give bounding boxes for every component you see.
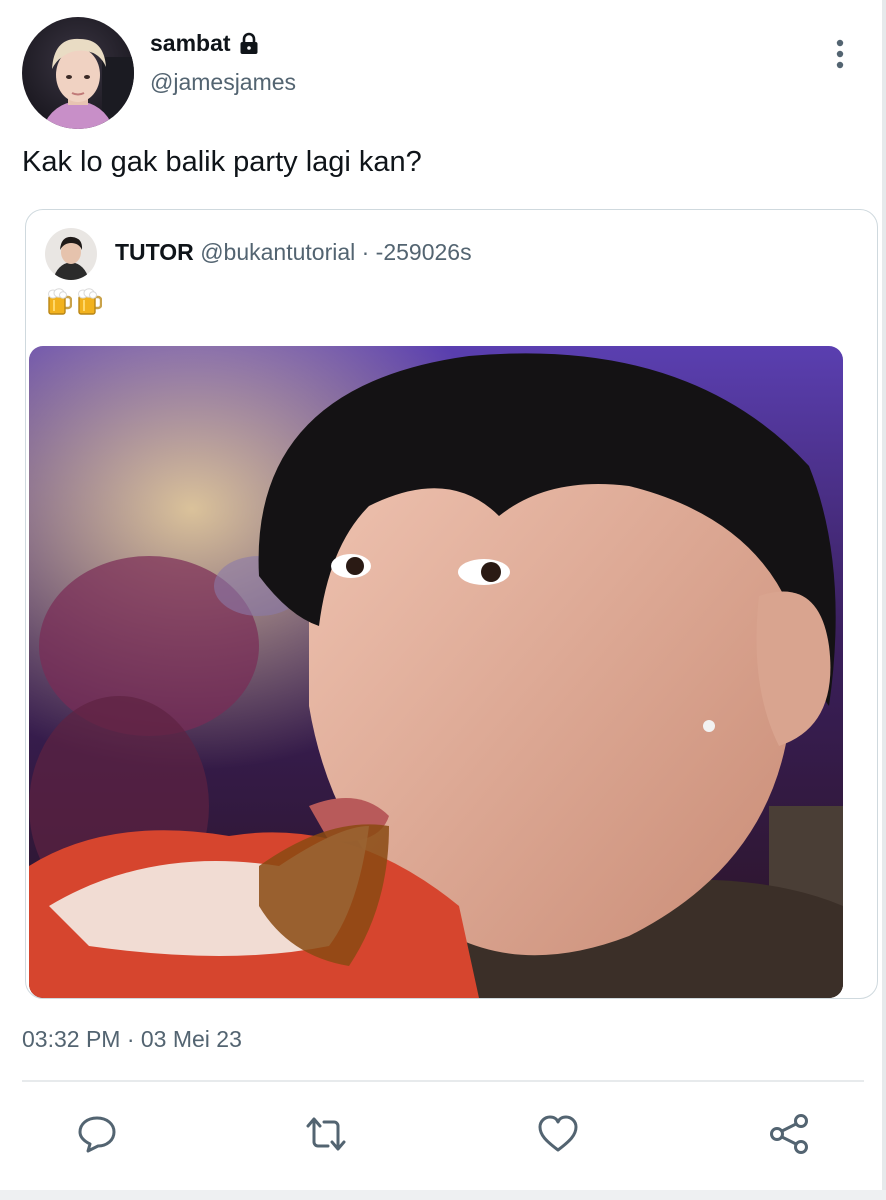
retweet-icon [306,1117,346,1151]
retweet-button[interactable] [302,1110,350,1158]
like-button[interactable] [534,1110,582,1158]
tweet-timestamp[interactable]: 03:32 PM · 03 Mei 23 [22,1026,242,1053]
author-avatar[interactable] [22,17,134,129]
divider [22,1080,864,1082]
more-options-button[interactable] [824,36,856,72]
share-button[interactable] [765,1110,813,1158]
quoted-author-meta: @bukantutorial · -259026s [200,239,472,265]
reply-icon [78,1116,116,1153]
heart-icon [538,1115,578,1152]
right-edge-strip [882,0,886,1200]
bottom-edge-strip [0,1190,886,1200]
quoted-author-name[interactable]: TUTOR [115,239,194,265]
more-vertical-icon [836,39,844,69]
reply-button[interactable] [73,1110,121,1158]
quoted-tweet-emoji [46,288,102,316]
share-icon [770,1114,808,1154]
author-name-row: sambat [150,30,261,57]
beer-mug-icon [48,288,72,315]
quoted-author-avatar[interactable] [45,228,97,280]
author-handle[interactable]: @jamesjames [150,69,296,96]
tweet-text: Kak lo gak balik party lagi kan? [22,146,422,178]
quoted-tweet-header: TUTOR @bukantutorial · -259026s [115,239,472,266]
beer-mug-icon [78,288,102,315]
author-display-name[interactable]: sambat [150,30,231,57]
quoted-tweet-photo[interactable] [29,346,843,998]
lock-icon [237,32,261,56]
